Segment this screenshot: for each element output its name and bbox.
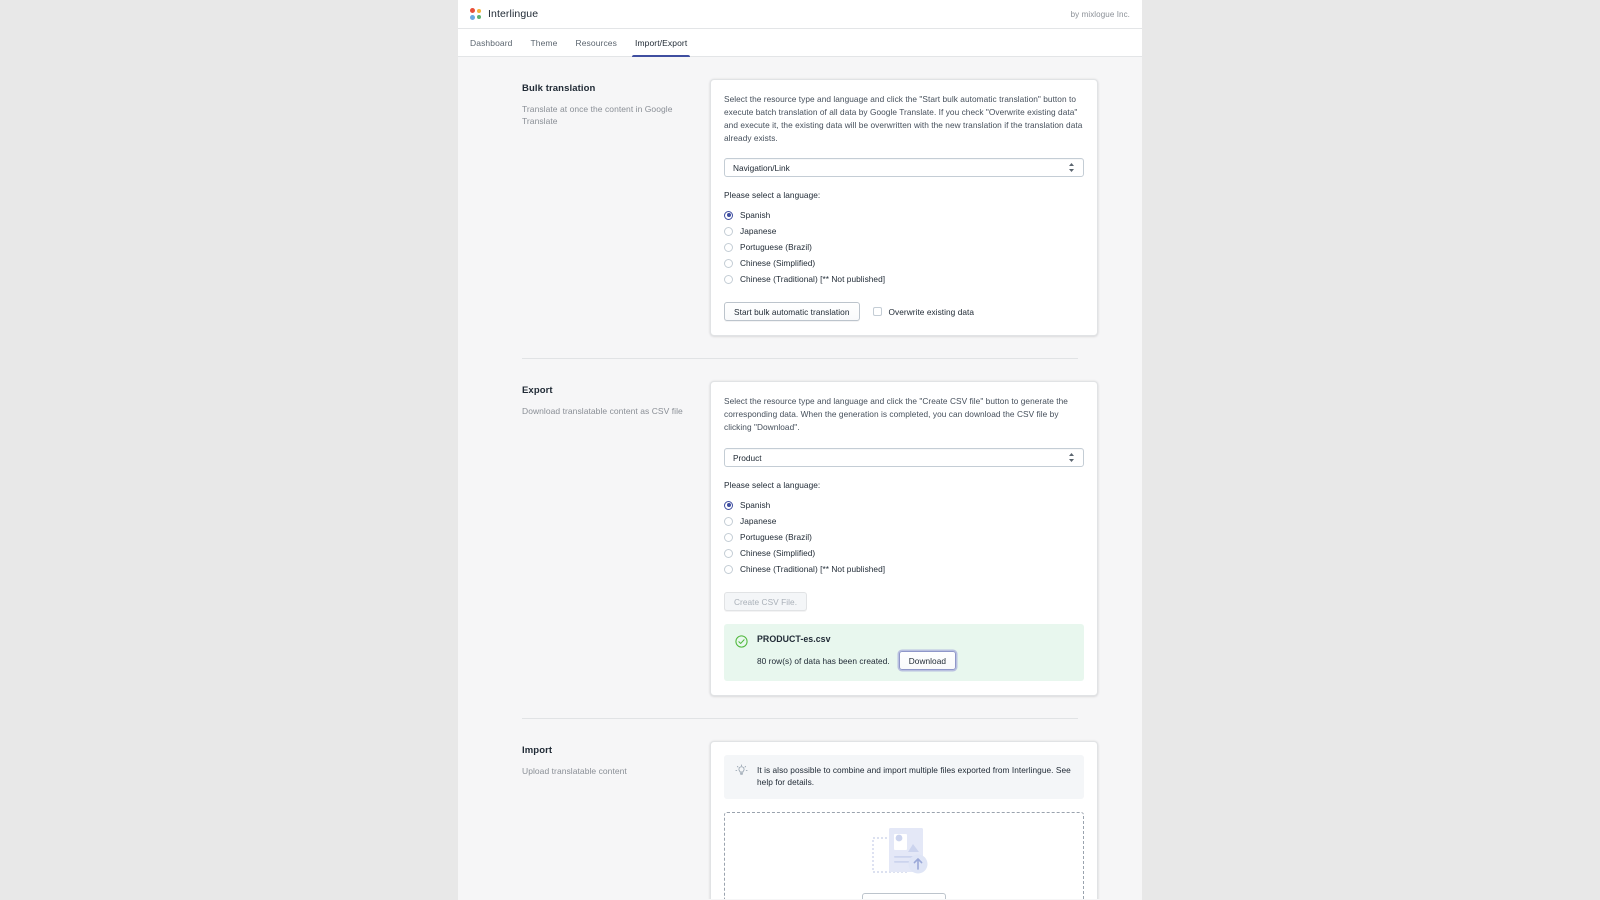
bulk-radio-label: Spanish [740, 210, 771, 221]
overwrite-existing-data-checkbox[interactable]: Overwrite existing data [872, 306, 975, 317]
select-csv-file-button[interactable]: Select a CSV file [862, 892, 946, 899]
radio-indicator [724, 210, 733, 220]
bulk-language-label: Please select a language: [724, 190, 821, 201]
tab-resources[interactable]: Resources [566, 29, 626, 56]
lightbulb-icon [735, 764, 748, 777]
bulk-radio-label: Chinese (Traditional) [** Not published] [740, 274, 886, 285]
radio-indicator [724, 274, 733, 284]
bulk-language-radio-group: Spanish Japanese Portuguese (Brazil) Chi… [724, 207, 1084, 287]
csv-dropzone[interactable]: Select a CSV file or drop files to uploa… [724, 811, 1084, 899]
export-result-line: 80 row(s) of data has been created. Down… [757, 651, 1073, 671]
start-bulk-translation-button[interactable]: Start bulk automatic translation [724, 302, 860, 322]
export-result-filename: PRODUCT-es.csv [757, 634, 831, 645]
export-result-message: 80 row(s) of data has been created. [757, 655, 890, 666]
import-subtitle: Upload translatable content [522, 766, 627, 777]
export-action-row: Create CSV File. [724, 592, 1084, 612]
section-divider-1 [522, 358, 1078, 360]
import-title: Import [522, 745, 553, 757]
bulk-resource-select-value: Navigation/Link [733, 162, 790, 173]
radio-indicator [724, 226, 733, 236]
bulk-radio-portuguese-brazil[interactable]: Portuguese (Brazil) [724, 239, 1084, 255]
screenshot-viewport: Interlingue by mixlogue Inc. Dashboard T… [0, 0, 1600, 900]
download-button[interactable]: Download [898, 651, 957, 671]
bulk-radio-chinese-traditional[interactable]: Chinese (Traditional) [** Not published] [724, 271, 1084, 287]
section-divider-2 [522, 718, 1078, 720]
file-upload-illustration-icon [867, 822, 941, 889]
import-card: It is also possible to combine and impor… [710, 741, 1098, 899]
bulk-section-header: Bulk translation Translate at once the c… [522, 79, 710, 336]
chevron-up-down-icon [1068, 162, 1075, 173]
page-content: Bulk translation Translate at once the c… [458, 57, 1142, 899]
bulk-title: Bulk translation [522, 83, 596, 94]
brand-name: Interlingue [488, 8, 539, 20]
tab-theme[interactable]: Theme [521, 29, 566, 56]
export-radio-label: Portuguese (Brazil) [740, 532, 812, 543]
bulk-radio-label: Japanese [740, 226, 777, 237]
section-export: Export Download translatable content as … [458, 381, 1142, 697]
bulk-radio-japanese[interactable]: Japanese [724, 223, 1084, 239]
radio-indicator [724, 242, 733, 252]
export-section-header: Export Download translatable content as … [522, 381, 710, 696]
section-bulk-translation: Bulk translation Translate at once the c… [458, 79, 1142, 337]
byline: by mixlogue Inc. [1070, 9, 1130, 19]
export-help-text: Select the resource type and language an… [724, 396, 1068, 433]
export-radio-label: Chinese (Traditional) [** Not published] [740, 564, 886, 575]
checkbox-indicator [872, 307, 882, 317]
radio-indicator [724, 516, 733, 526]
bulk-radio-spanish[interactable]: Spanish [724, 207, 1084, 223]
bulk-radio-label: Portuguese (Brazil) [740, 242, 812, 253]
export-radio-label: Chinese (Simplified) [740, 548, 816, 559]
bulk-radio-label: Chinese (Simplified) [740, 258, 816, 269]
export-language-label: Please select a language: [724, 480, 821, 491]
bulk-subtitle: Translate at once the content in Google … [522, 104, 673, 127]
export-radio-label: Spanish [740, 500, 771, 511]
interlingue-logo-icon [470, 8, 482, 20]
bulk-radio-chinese-simplified[interactable]: Chinese (Simplified) [724, 255, 1084, 271]
tab-import-export[interactable]: Import/Export [626, 29, 696, 57]
nav-tabs: Dashboard Theme Resources Import/Export [458, 29, 1142, 57]
overwrite-label: Overwrite existing data [888, 306, 975, 317]
radio-indicator [724, 532, 733, 542]
chevron-up-down-icon [1068, 452, 1075, 463]
export-radio-chinese-simplified[interactable]: Chinese (Simplified) [724, 545, 1084, 561]
export-result-body: PRODUCT-es.csv 80 row(s) of data has bee… [757, 634, 1073, 671]
export-resource-select[interactable]: Product [724, 448, 1084, 468]
import-tip-banner: It is also possible to combine and impor… [724, 755, 1084, 799]
import-tip-text: It is also possible to combine and impor… [757, 765, 1071, 788]
export-result-banner: PRODUCT-es.csv 80 row(s) of data has bee… [724, 624, 1084, 682]
export-radio-japanese[interactable]: Japanese [724, 513, 1084, 529]
check-circle-icon [735, 635, 748, 648]
bulk-action-row: Start bulk automatic translation Overwri… [724, 302, 1084, 322]
export-radio-label: Japanese [740, 516, 777, 527]
export-card: Select the resource type and language an… [710, 381, 1098, 697]
brand: Interlingue [470, 8, 538, 20]
export-radio-chinese-traditional[interactable]: Chinese (Traditional) [** Not published] [724, 561, 1084, 577]
radio-indicator [724, 258, 733, 268]
export-subtitle: Download translatable content as CSV fil… [522, 406, 683, 417]
export-language-radio-group: Spanish Japanese Portuguese (Brazil) Chi… [724, 497, 1084, 577]
create-csv-file-button[interactable]: Create CSV File. [724, 592, 808, 612]
app-window: Interlingue by mixlogue Inc. Dashboard T… [458, 0, 1142, 900]
export-radio-portuguese-brazil[interactable]: Portuguese (Brazil) [724, 529, 1084, 545]
radio-indicator [724, 564, 733, 574]
bulk-card: Select the resource type and language an… [710, 79, 1098, 337]
export-title: Export [522, 385, 553, 397]
export-resource-select-value: Product [733, 452, 762, 463]
section-import: Import Upload translatable content It is [458, 741, 1142, 899]
import-section-header: Import Upload translatable content [522, 741, 710, 899]
tab-dashboard[interactable]: Dashboard [470, 29, 521, 56]
radio-indicator [724, 548, 733, 558]
radio-indicator [724, 500, 733, 510]
bulk-resource-select[interactable]: Navigation/Link [724, 158, 1084, 178]
export-radio-spanish[interactable]: Spanish [724, 497, 1084, 513]
app-topbar: Interlingue by mixlogue Inc. [458, 0, 1142, 29]
bulk-help-text: Select the resource type and language an… [724, 94, 1083, 143]
